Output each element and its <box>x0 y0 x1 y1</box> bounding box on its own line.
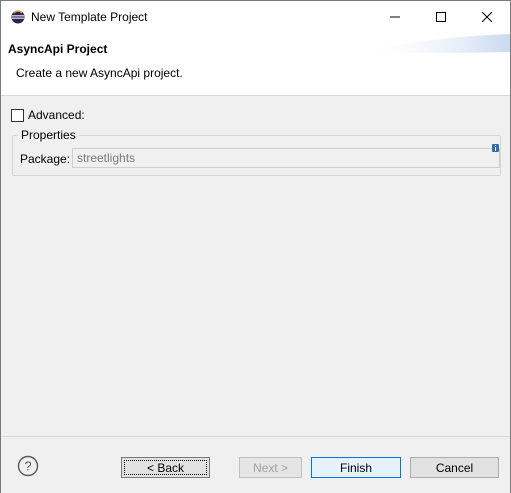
properties-legend: Properties <box>18 128 79 142</box>
maximize-icon <box>436 11 446 22</box>
cancel-button[interactable]: Cancel <box>410 457 499 478</box>
wizard-footer: ? < Back Next > Finish Cancel <box>1 436 510 493</box>
wizard-dialog: New Template Project AsyncApi Project Cr… <box>0 0 511 493</box>
properties-group: Properties Package: streetlights <box>12 128 501 176</box>
package-label: Package: <box>20 152 71 166</box>
maximize-button[interactable] <box>418 1 464 32</box>
wizard-content: Advanced: Properties Package: streetligh… <box>1 96 510 436</box>
page-title: AsyncApi Project <box>8 42 108 56</box>
next-button[interactable]: Next > <box>239 457 302 478</box>
advanced-row[interactable]: Advanced: <box>11 108 85 122</box>
close-icon <box>482 11 492 22</box>
svg-text:?: ? <box>24 459 31 474</box>
wizard-header: AsyncApi Project Create a new AsyncApi p… <box>1 32 510 96</box>
finish-button[interactable]: Finish <box>311 457 401 478</box>
back-button[interactable]: < Back <box>121 457 210 478</box>
help-icon[interactable]: ? <box>17 455 39 477</box>
eclipse-icon <box>11 10 25 24</box>
minimize-button[interactable] <box>372 1 418 32</box>
advanced-checkbox[interactable] <box>11 108 24 122</box>
page-description: Create a new AsyncApi project. <box>16 66 183 80</box>
window-title: New Template Project <box>31 9 148 24</box>
close-button[interactable] <box>464 1 510 32</box>
advanced-label: Advanced: <box>28 108 85 122</box>
package-input[interactable]: streetlights <box>72 148 500 168</box>
title-bar[interactable]: New Template Project <box>1 1 510 32</box>
banner-graphic <box>360 34 510 53</box>
info-icon <box>492 144 499 152</box>
minimize-icon <box>390 16 400 17</box>
